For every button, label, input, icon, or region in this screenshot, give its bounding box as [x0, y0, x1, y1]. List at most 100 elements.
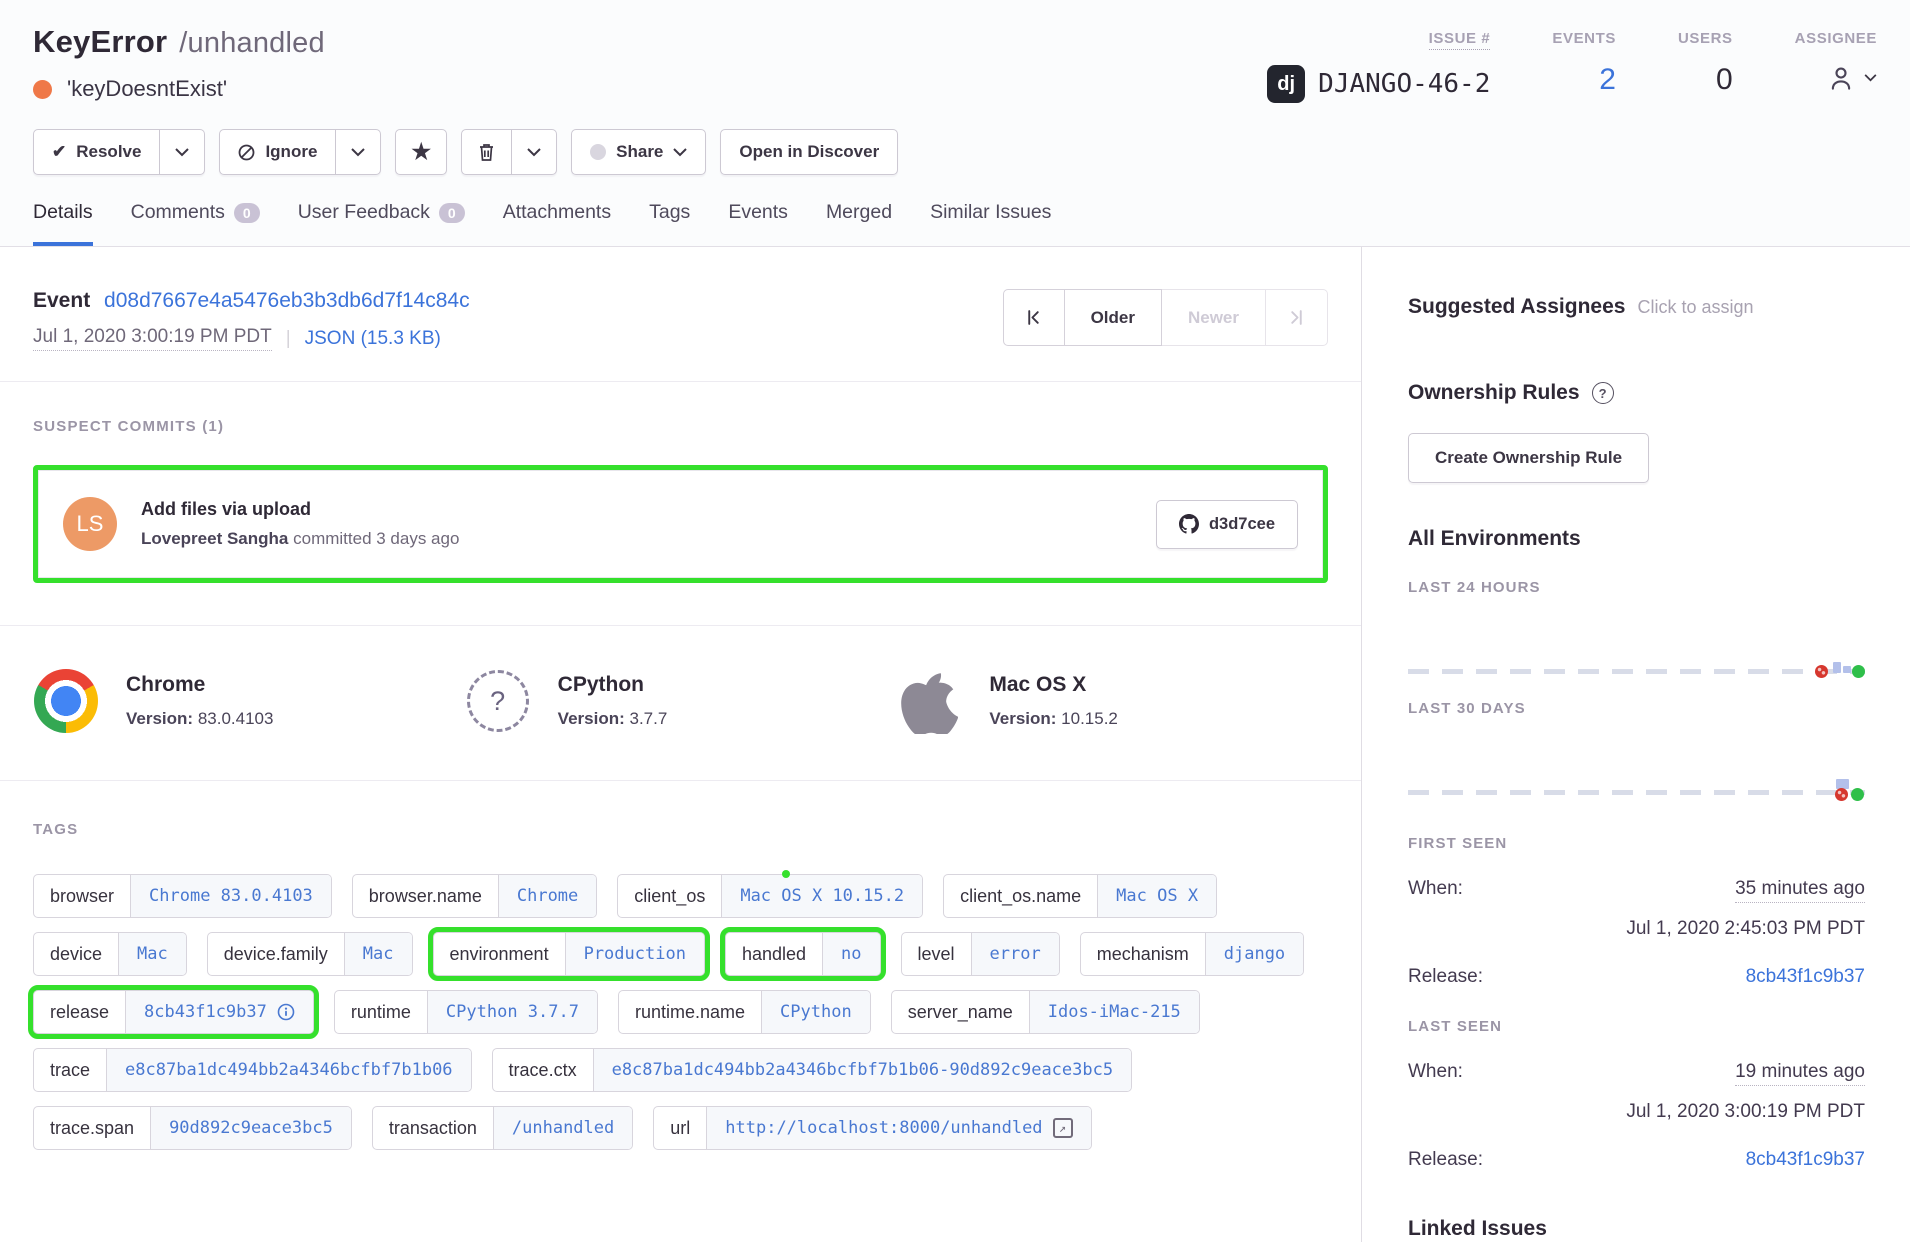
tab-label: Attachments [503, 201, 611, 224]
ignore-dropdown-button[interactable] [336, 129, 381, 175]
trash-icon [477, 142, 496, 162]
help-icon[interactable]: ? [1592, 382, 1614, 404]
meta-separator: | [286, 328, 291, 350]
resolve-button[interactable]: ✔ Resolve [33, 129, 160, 175]
tag-value-link[interactable]: e8c87ba1dc494bb2a4346bcfbf7b1b06 [107, 1049, 471, 1091]
commit-time: committed 3 days ago [293, 529, 459, 548]
tag-value-link[interactable]: 8cb43f1c9b37 [126, 991, 313, 1033]
last-30-days-chart[interactable] [1408, 717, 1865, 805]
tag-value-link[interactable]: django [1206, 933, 1303, 975]
event-id-link[interactable]: d08d7667e4a5476eb3b3db6d7f14c84c [104, 289, 470, 312]
tab-label: Similar Issues [930, 201, 1051, 224]
tag-value-link[interactable]: Mac OS X 10.15.2 [722, 875, 922, 917]
last-seen-date: Jul 1, 2020 3:00:19 PM PDT [1408, 1101, 1865, 1123]
unknown-runtime-icon: ? [465, 668, 531, 734]
when-label: When: [1408, 878, 1463, 900]
tag-value-link[interactable]: CPython [762, 991, 870, 1033]
last-seen-release-link[interactable]: 8cb43f1c9b37 [1746, 1149, 1865, 1171]
share-button[interactable]: Share [571, 129, 706, 175]
resolve-dropdown-button[interactable] [160, 129, 205, 175]
tag-key: runtime [335, 991, 428, 1033]
first-seen-release-link[interactable]: 8cb43f1c9b37 [1746, 966, 1865, 988]
last-seen-heading: LAST SEEN [1408, 1018, 1865, 1035]
tag-value-link[interactable]: http://localhost:8000/unhandled↗ [707, 1107, 1090, 1149]
tag-value-link[interactable]: e8c87ba1dc494bb2a4346bcfbf7b1b06-90d892c… [594, 1049, 1132, 1091]
delete-dropdown-button[interactable] [512, 129, 557, 175]
chevron-down-icon [1864, 74, 1877, 82]
event-header: Event d08d7667e4a5476eb3b3db6d7f14c84c J… [0, 247, 1361, 382]
assignee-selector[interactable] [1795, 63, 1877, 93]
tag-value-link[interactable]: Idos-iMac-215 [1030, 991, 1199, 1033]
tag-value-link[interactable]: Mac [345, 933, 412, 975]
tab-comments[interactable]: Comments0 [131, 201, 260, 246]
tag-key: client_os.name [944, 875, 1098, 917]
external-link-icon[interactable]: ↗ [1053, 1118, 1073, 1138]
tab-events[interactable]: Events [728, 201, 788, 246]
tab-tags[interactable]: Tags [649, 201, 690, 246]
event-timestamp: Jul 1, 2020 3:00:19 PM PDT [33, 326, 272, 351]
commit-title: Add files via upload [141, 499, 1132, 520]
tag-value-link[interactable]: no [823, 933, 879, 975]
ignore-button[interactable]: Ignore [219, 129, 336, 175]
delete-button[interactable] [461, 129, 512, 175]
tag-value-link[interactable]: Mac [119, 933, 186, 975]
tag-pill-device.family: device.familyMac [207, 932, 413, 976]
tab-details[interactable]: Details [33, 201, 93, 246]
tag-key: client_os [618, 875, 722, 917]
tab-similar-issues[interactable]: Similar Issues [930, 201, 1051, 246]
skip-to-last-icon [1288, 309, 1305, 326]
tags-section: TAGS browserChrome 83.0.4103browser.name… [0, 781, 1361, 1150]
tag-value-link[interactable]: error [972, 933, 1059, 975]
events-count[interactable]: 2 [1552, 63, 1616, 97]
first-seen-heading: FIRST SEEN [1408, 835, 1865, 852]
oldest-event-button[interactable] [1003, 289, 1065, 346]
issue-message: 'keyDoesntExist' [67, 76, 227, 102]
event-json-link[interactable]: JSON (15.3 KB) [305, 328, 441, 350]
stat-assignee: ASSIGNEE [1795, 30, 1877, 93]
issue-number-label: ISSUE # [1429, 30, 1491, 50]
tag-key: trace.span [34, 1107, 151, 1149]
tab-label: Comments [131, 201, 225, 224]
tab-user-feedback[interactable]: User Feedback0 [298, 201, 465, 246]
create-ownership-rule-button[interactable]: Create Ownership Rule [1408, 433, 1649, 483]
bookmark-button[interactable]: ★ [395, 129, 447, 175]
chevron-down-icon [351, 148, 365, 157]
tag-value-link[interactable]: Production [566, 933, 704, 975]
tab-attachments[interactable]: Attachments [503, 201, 611, 246]
older-event-button[interactable]: Older [1065, 289, 1162, 346]
tag-key: device [34, 933, 119, 975]
tab-merged[interactable]: Merged [826, 201, 892, 246]
tag-value-link[interactable]: Chrome [499, 875, 596, 917]
tag-value-link[interactable]: CPython 3.7.7 [428, 991, 597, 1033]
star-icon: ★ [411, 139, 431, 165]
last-24-hours-chart[interactable] [1408, 596, 1865, 684]
context-name: Chrome [126, 673, 273, 697]
newer-event-button[interactable]: Newer [1162, 289, 1266, 346]
mute-icon [238, 144, 255, 161]
first-seen-date: Jul 1, 2020 2:45:03 PM PDT [1408, 918, 1865, 940]
tag-key: release [34, 991, 126, 1033]
page-title: KeyError/unhandled [33, 24, 898, 60]
tag-pill-trace: tracee8c87ba1dc494bb2a4346bcfbf7b1b06 [33, 1048, 472, 1092]
skip-to-latest-button[interactable] [1266, 289, 1328, 346]
tag-pill-release: release8cb43f1c9b37 [33, 990, 314, 1034]
info-icon[interactable] [277, 1003, 295, 1021]
commit-sha-button[interactable]: d3d7cee [1156, 500, 1298, 549]
users-count[interactable]: 0 [1678, 63, 1733, 97]
issue-title-block: KeyError/unhandled 'keyDoesntExist' ✔ Re… [33, 24, 898, 175]
last-seen-marker [1852, 665, 1865, 678]
tag-value-link[interactable]: Chrome 83.0.4103 [131, 875, 331, 917]
open-in-discover-button[interactable]: Open in Discover [720, 129, 898, 175]
tag-key: level [902, 933, 972, 975]
tag-value-link[interactable]: Mac OS X [1098, 875, 1216, 917]
issue-sidebar: Suggested Assignees Click to assign Owne… [1362, 247, 1910, 1242]
tag-value-link[interactable]: /unhandled [494, 1107, 632, 1149]
tag-key: transaction [373, 1107, 494, 1149]
issue-culprit: /unhandled [179, 27, 325, 59]
resolve-button-group: ✔ Resolve [33, 129, 205, 175]
action-bar: ✔ Resolve Ignore [33, 129, 898, 175]
tag-value-link[interactable]: 90d892c9eace3bc5 [151, 1107, 351, 1149]
tag-pill-trace.ctx: trace.ctxe8c87ba1dc494bb2a4346bcfbf7b1b0… [492, 1048, 1133, 1092]
context-runtime: ? CPython Version: 3.7.7 [465, 668, 897, 734]
tag-pill-handled: handledno [725, 932, 881, 976]
